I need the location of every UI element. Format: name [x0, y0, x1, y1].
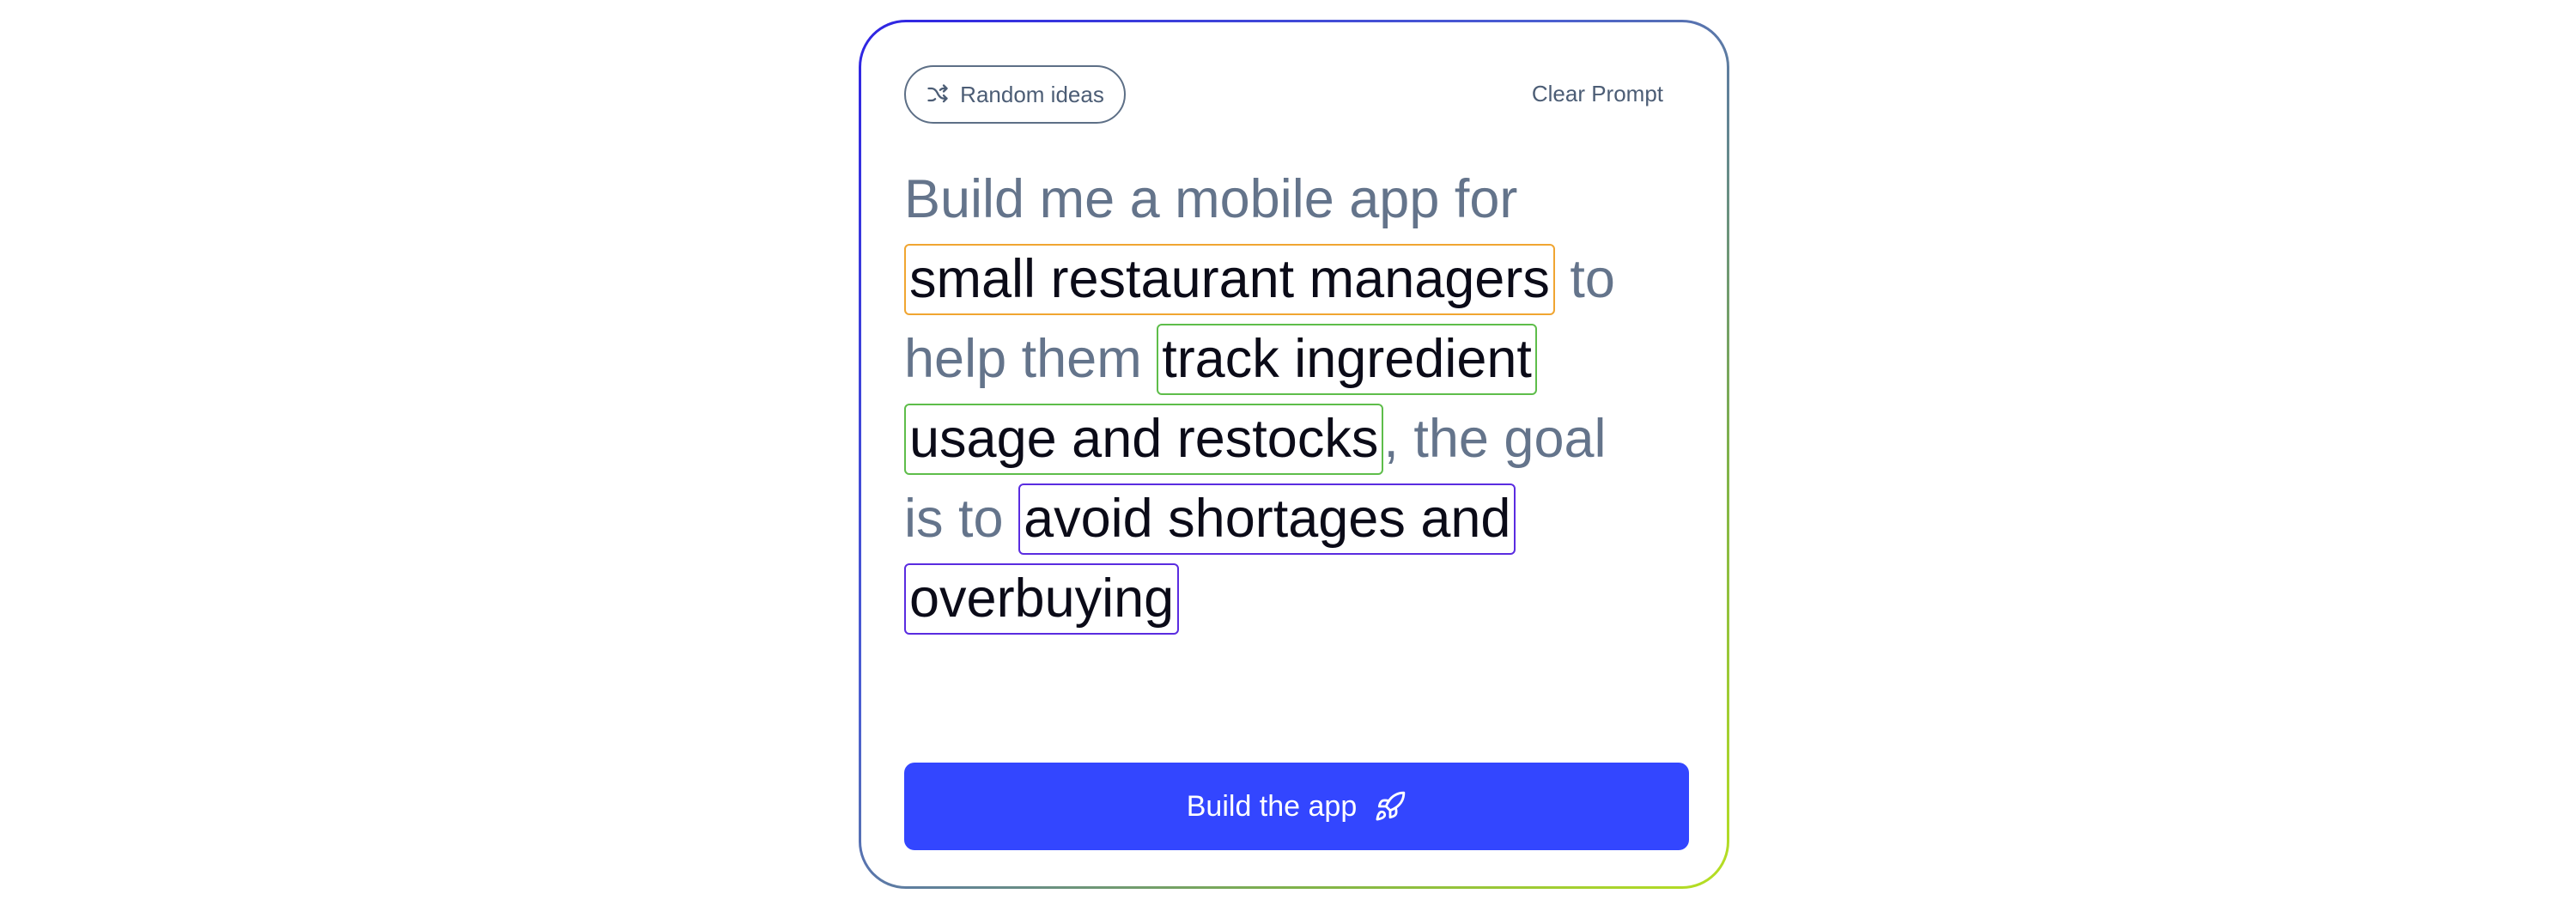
audience-field[interactable]: small restaurant managers [904, 244, 1555, 315]
random-ideas-button[interactable]: Random ideas [904, 65, 1126, 124]
shuffle-icon [926, 82, 950, 106]
build-app-button[interactable]: Build the app [904, 763, 1689, 850]
prompt-card-border: Random ideas Clear Prompt Build me a mob… [859, 20, 1729, 889]
prompt-card: Random ideas Clear Prompt Build me a mob… [861, 22, 1727, 886]
rocket-icon [1374, 790, 1406, 823]
prompt-text: Build me a mobile app for small restaura… [904, 160, 1660, 639]
build-app-label: Build the app [1186, 789, 1358, 823]
clear-prompt-button[interactable]: Clear Prompt [1532, 81, 1663, 107]
random-ideas-label: Random ideas [960, 81, 1104, 107]
prompt-intro-text: Build me a mobile app for [904, 169, 1518, 229]
